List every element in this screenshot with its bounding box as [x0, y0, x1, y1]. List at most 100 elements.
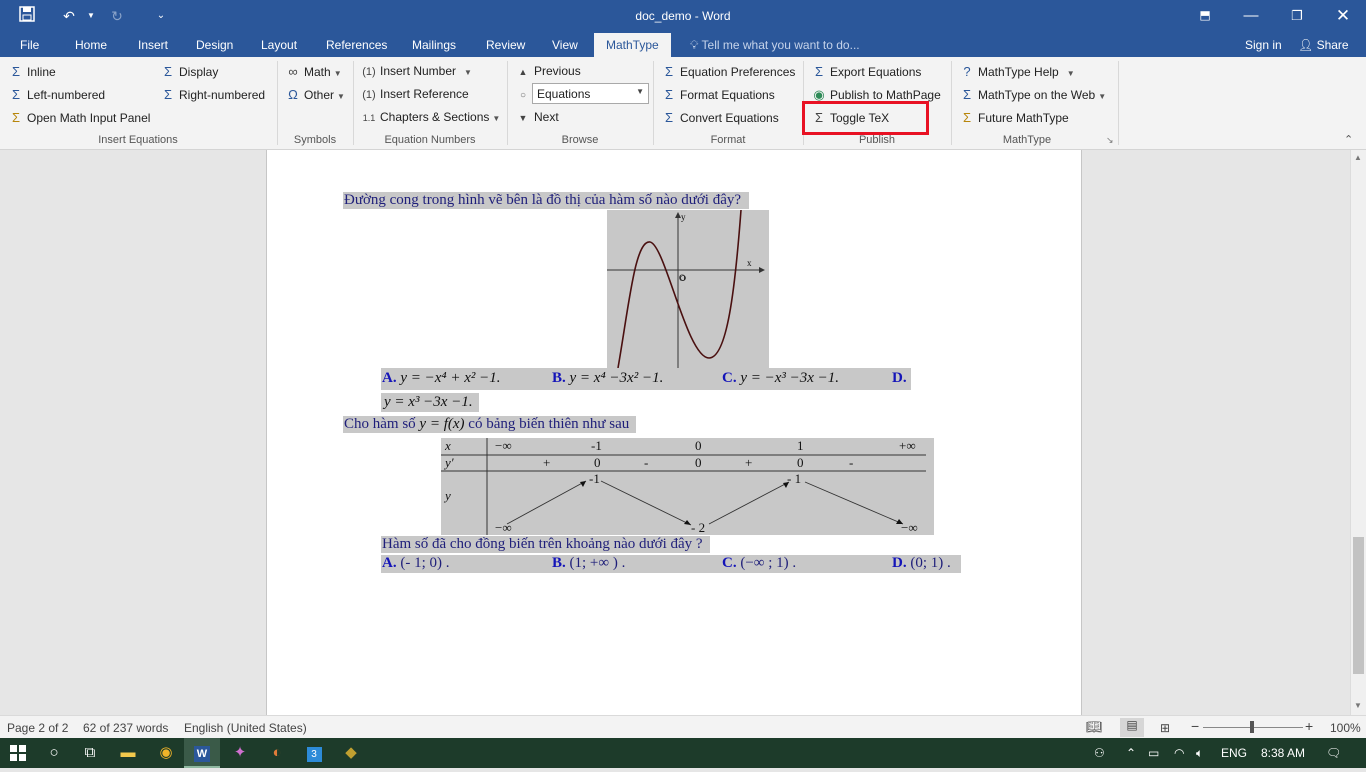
other-symbols-dropdown[interactable]: Ω Other ▼ [285, 87, 345, 102]
scroll-up-icon[interactable]: ▲ [1354, 153, 1362, 162]
read-mode-icon[interactable]: 📖︎ [1086, 719, 1103, 735]
close-button[interactable]: ✕ [1320, 0, 1366, 33]
tab-file[interactable]: File [20, 38, 39, 52]
tab-mathtype[interactable]: MathType [594, 33, 671, 57]
future-mathtype-button[interactable]: Σ Future MathType [959, 110, 1069, 125]
mathtype-help-button[interactable]: ? MathType Help ▼ [959, 64, 1074, 79]
tab-home[interactable]: Home [75, 38, 107, 52]
q2-option-d[interactable]: D. (0; 1) . [892, 555, 951, 572]
q2-option-a[interactable]: A. (- 1; 0) . [382, 555, 450, 572]
zoom-in-icon[interactable]: + [1305, 718, 1313, 734]
chrome-icon[interactable]: ◉ [148, 738, 184, 768]
cortana-search-icon[interactable]: ○ [36, 738, 72, 768]
option-expr: y = x³ −3x −1. [384, 394, 473, 410]
convert-sigma-icon: Σ [664, 110, 674, 125]
inline-button[interactable]: Σ Inline [8, 64, 56, 79]
q1-option-b[interactable]: B. y = x⁴ −3x² −1. [552, 370, 663, 387]
display-button[interactable]: Σ Display [160, 64, 218, 79]
document-page[interactable]: Đường cong trong hình vẽ bên là đồ thị c… [266, 150, 1082, 715]
tray-expand-icon[interactable]: ⌃ [1126, 746, 1136, 760]
q1-option-a[interactable]: A. y = −x⁴ + x² −1. [382, 370, 501, 387]
app-icon-purple[interactable]: ✦ [222, 738, 258, 768]
tab-view[interactable]: View [552, 38, 578, 52]
zoom-slider-thumb[interactable] [1250, 721, 1254, 733]
input-language[interactable]: ENG [1221, 746, 1247, 760]
export-equations-button[interactable]: Σ Export Equations [811, 64, 921, 79]
ribbon-display-options-icon[interactable]: ⬒ [1182, 0, 1228, 33]
word-taskbar-icon[interactable]: W [184, 738, 220, 768]
y-axis-label: y [681, 212, 686, 222]
table-dy-value: 0 [695, 455, 702, 470]
share-button[interactable]: 👤︎ Share [1298, 38, 1349, 52]
math-symbols-dropdown[interactable]: ∞ Math ▼ [285, 64, 341, 79]
infinity-icon: ∞ [288, 64, 298, 79]
language-indicator[interactable]: English (United States) [184, 721, 307, 735]
clock[interactable]: 8:38 AM [1261, 746, 1305, 760]
page-count[interactable]: Page 2 of 2 [7, 721, 68, 735]
people-icon[interactable]: ⚇ [1094, 746, 1105, 760]
q2-option-c[interactable]: C. (−∞ ; 1) . [722, 555, 796, 572]
open-math-input-panel-button[interactable]: Σ Open Math Input Panel [8, 110, 150, 125]
insert-number-button[interactable]: (1) Insert Number ▼ [361, 64, 472, 78]
q2-option-b[interactable]: B. (1; +∞ ) . [552, 555, 625, 572]
web-sigma-icon: Σ [962, 87, 972, 102]
tell-me-search[interactable]: 💡︎ Tell me what you want to do... [690, 38, 860, 53]
windows-start-icon[interactable] [0, 738, 36, 768]
file-explorer-icon[interactable]: ▬ [110, 738, 146, 768]
wifi-icon[interactable]: ◠ [1174, 746, 1184, 760]
tab-insert[interactable]: Insert [138, 38, 168, 52]
convert-equations-button[interactable]: Σ Convert Equations [661, 110, 779, 125]
dialog-launcher-icon[interactable]: ↘ [1106, 135, 1114, 146]
tab-mailings[interactable]: Mailings [412, 38, 456, 52]
sign-in-link[interactable]: Sign in [1245, 38, 1282, 52]
q1-option-d[interactable]: D. [892, 370, 907, 387]
action-center-icon[interactable]: 🗨︎ [1326, 746, 1341, 760]
chevron-down-icon: ▼ [1098, 92, 1107, 101]
right-numbered-label: Right-numbered [179, 88, 266, 102]
tab-review[interactable]: Review [486, 38, 525, 52]
arrow-up-icon: ▲ [518, 67, 528, 77]
restore-button[interactable]: ❐ [1274, 0, 1320, 33]
reference-icon: (1) [362, 89, 376, 101]
previous-button[interactable]: ▲ Previous [515, 64, 581, 78]
right-numbered-button[interactable]: Σ Right-numbered [160, 87, 265, 102]
app-icon-orange[interactable]: ◐ [259, 738, 295, 768]
app-icon-blue[interactable]: 3 [296, 738, 332, 768]
group-label-format: Format [710, 134, 746, 146]
collapse-ribbon-icon[interactable]: ⌃ [1344, 133, 1353, 146]
tab-references[interactable]: References [326, 38, 387, 52]
chapters-sections-button[interactable]: 1.1 Chapters & Sections ▼ [361, 110, 501, 124]
browse-by-select[interactable]: Equations ▼ [532, 83, 649, 104]
battery-icon[interactable]: ▭ [1148, 746, 1159, 760]
word-count[interactable]: 62 of 237 words [83, 721, 168, 735]
scrollbar-thumb[interactable] [1353, 537, 1364, 674]
next-button[interactable]: ▼ Next [515, 110, 559, 124]
group-label-equation-numbers: Equation Numbers [384, 134, 476, 146]
format-equations-label: Format Equations [680, 88, 775, 102]
option-expr: (−∞ ; 1) . [740, 555, 797, 571]
equation-preferences-button[interactable]: Σ Equation Preferences [661, 64, 795, 79]
task-view-icon[interactable]: ⧉ [72, 738, 108, 768]
left-numbered-button[interactable]: Σ Left-numbered [8, 87, 105, 102]
mathtype-web-button[interactable]: Σ MathType on the Web ▼ [959, 87, 1106, 102]
table-x-value: −∞ [495, 438, 512, 453]
table-y-value: −∞ [901, 520, 918, 535]
zoom-level[interactable]: 100% [1330, 721, 1361, 735]
omega-icon: Ω [288, 87, 298, 102]
origin-label: O [679, 273, 686, 283]
tab-layout[interactable]: Layout [261, 38, 297, 52]
print-layout-icon[interactable]: ▤ [1120, 718, 1144, 737]
q1-option-c[interactable]: C. y = −x³ −3x −1. [722, 370, 839, 387]
zoom-out-icon[interactable]: − [1191, 718, 1199, 734]
option-expr: y = −x³ −3x −1. [740, 370, 840, 386]
web-layout-icon[interactable]: ⊞ [1160, 721, 1170, 735]
scroll-down-icon[interactable]: ▼ [1354, 701, 1362, 710]
tab-design[interactable]: Design [196, 38, 233, 52]
app-icon-git[interactable]: ◆ [333, 738, 369, 768]
insert-reference-button[interactable]: (1) Insert Reference [361, 87, 468, 101]
vertical-scrollbar[interactable]: ▲ ▼ [1350, 150, 1366, 715]
format-equations-button[interactable]: Σ Format Equations [661, 87, 775, 102]
volume-icon[interactable]: 🔈︎ [1196, 746, 1203, 761]
x-axis-arrow [759, 267, 765, 273]
minimize-button[interactable]: — [1228, 0, 1274, 33]
